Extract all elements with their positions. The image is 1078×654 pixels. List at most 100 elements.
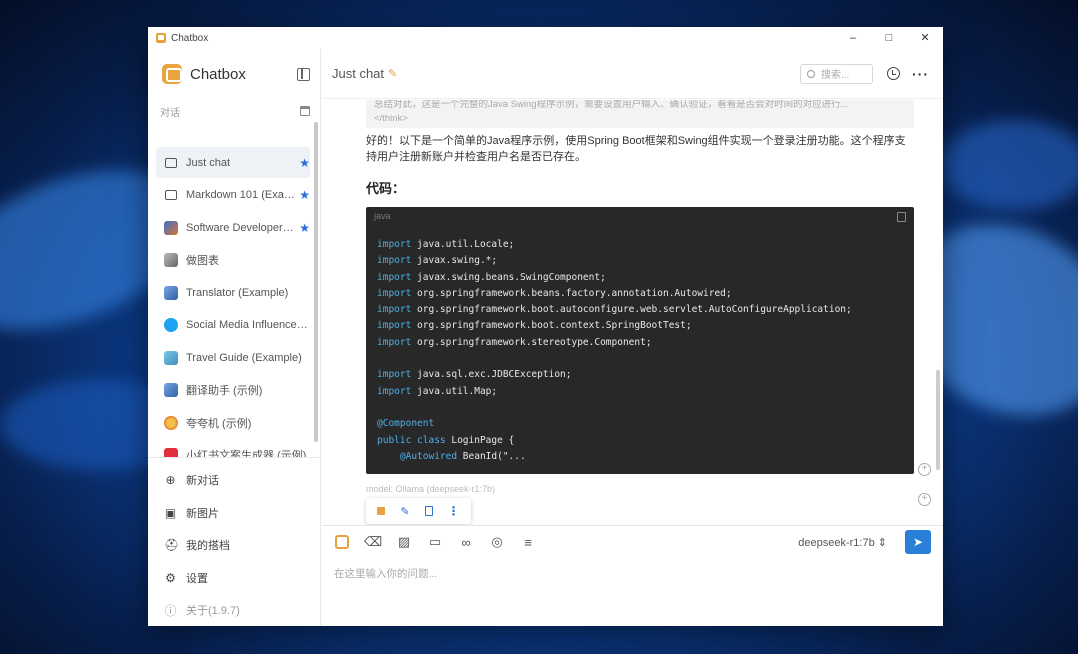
sidebar-item-social-media[interactable]: Social Media Influencer (Example)	[156, 310, 310, 341]
sidebar-item-xiaohongshu[interactable]: 小红书文案生成器 (示例)	[156, 440, 310, 457]
code-line: public class LoginPage {	[377, 433, 903, 449]
chat-header: Just chat ✎ 搜索... ···	[322, 49, 943, 99]
sidebar-item-translator-cn[interactable]: 翻译助手 (示例)	[156, 375, 310, 406]
link-icon[interactable]: ∞	[458, 534, 474, 550]
window-controls: – □ ✕	[835, 27, 943, 49]
scroll-down-icon[interactable]: +	[918, 493, 931, 506]
xiaohongshu-icon	[164, 448, 178, 457]
history-icon[interactable]	[887, 67, 900, 80]
sidebar-item-translator[interactable]: Translator (Example)	[156, 277, 310, 308]
code-text: org.springframework.boot.context.SpringB…	[411, 320, 692, 332]
code-keyword: import	[377, 320, 412, 332]
collapse-sidebar-icon[interactable]	[297, 67, 310, 81]
stop-icon[interactable]	[377, 507, 386, 515]
edit-title-icon[interactable]: ✎	[388, 67, 397, 80]
close-button[interactable]: ✕	[907, 27, 943, 49]
code-keyword: import	[377, 369, 412, 381]
scroll-up-icon[interactable]: +	[918, 463, 931, 476]
sidebar-item-label: Markdown 101 (Example)	[186, 189, 295, 201]
sidebar-item-just-chat[interactable]: Just chat ★	[156, 147, 310, 178]
app-window: Chatbox – □ ✕ Chatbox 对话 Just chat ★ Mar…	[148, 27, 943, 626]
search-placeholder: 搜索...	[821, 70, 850, 81]
think-text: 总结对此，这是一个完整的Java Swing程序示例，需要设置用户输入、确认验证…	[374, 100, 849, 110]
code-text: java.util.Locale;	[411, 239, 515, 250]
send-button[interactable]: ➤	[905, 530, 931, 554]
code-line: import java.util.Locale;	[377, 237, 903, 253]
star-icon[interactable]: ★	[299, 156, 310, 170]
code-line: import java.sql.exc.JDBCException;	[377, 367, 903, 383]
code-keyword: import	[377, 271, 412, 283]
star-icon[interactable]: ★	[299, 221, 310, 235]
new-image-button[interactable]: ▣ 新图片	[148, 497, 320, 530]
code-text: org.springframework.stereotype.Component…	[411, 336, 652, 348]
code-keyword: import	[377, 385, 412, 397]
new-chat-icon: ⊕	[165, 473, 176, 488]
sidebar-item-markdown[interactable]: Markdown 101 (Example) ★	[156, 180, 310, 211]
input-area: ⌫ ▨ ▭ ∞ ◎ ≡ deepseek-r1:7b ⇕ ➤ 在这里输入你的问题…	[322, 525, 943, 626]
code-line: import org.springframework.beans.factory…	[377, 286, 903, 302]
search-input[interactable]: 搜索...	[800, 63, 873, 84]
more-actions-icon[interactable]: ⋮	[448, 504, 460, 518]
copy-code-icon[interactable]	[897, 212, 906, 222]
code-line: import javax.swing.*;	[377, 253, 903, 269]
settings-button[interactable]: ⚙ 设置	[148, 562, 320, 595]
code-keyword: import	[377, 287, 412, 299]
about-icon: ⓘ	[164, 603, 177, 618]
message-input[interactable]: 在这里输入你的问题...	[322, 558, 943, 581]
sidebar-item-label: Travel Guide (Example)	[186, 351, 302, 364]
image-icon[interactable]: ▨	[396, 534, 412, 550]
sidebar-item-label: Translator (Example)	[186, 286, 289, 299]
app-name: Chatbox	[190, 65, 246, 83]
sidebar-item-praise[interactable]: 夸夸机 (示例)	[156, 407, 310, 438]
avatar-dev-icon	[164, 220, 178, 235]
edit-message-icon[interactable]: ✎	[400, 505, 409, 518]
sidebar-item-label: 做图表	[186, 255, 219, 267]
code-keyword: import	[377, 239, 412, 250]
new-chat-button[interactable]: ⊕ 新对话	[148, 464, 320, 497]
message-scrollbar[interactable]	[936, 370, 940, 470]
input-toolbar: ⌫ ▨ ▭ ∞ ◎ ≡ deepseek-r1:7b ⇕ ➤	[322, 526, 943, 558]
sidebar-item-label: 翻译助手 (示例)	[186, 385, 263, 397]
chatbox-logo-icon	[162, 64, 182, 84]
chat-title[interactable]: Just chat	[332, 66, 384, 81]
sidebar-scrollbar[interactable]	[314, 122, 318, 442]
chart-icon	[164, 253, 178, 267]
praise-icon	[164, 415, 178, 430]
trash-icon[interactable]	[300, 106, 310, 116]
minimize-button[interactable]: –	[835, 27, 871, 49]
about-label: 关于(1.9.7)	[186, 605, 240, 618]
code-keyword: import	[377, 255, 412, 267]
sidebar-item-label: Social Media Influencer (Example)	[186, 319, 310, 331]
app-icon	[156, 33, 166, 43]
code-line: @Component	[377, 416, 903, 432]
model-tag: model: Ollama (deepseek-r1:7b)	[366, 484, 496, 494]
about-button[interactable]: ⓘ 关于(1.9.7)	[148, 594, 320, 626]
code-line: @Autowired BeanId("...	[377, 449, 903, 465]
sidebar-item-label: 小红书文案生成器 (示例)	[186, 450, 307, 457]
eraser-icon[interactable]: ⌫	[364, 534, 382, 550]
sidebar-item-chart[interactable]: 做图表	[156, 245, 310, 276]
model-selector[interactable]: deepseek-r1:7b ⇕	[798, 536, 887, 549]
copy-message-icon[interactable]	[424, 506, 433, 516]
partners-button[interactable]: ⛑ 我的搭档	[148, 529, 320, 562]
star-icon[interactable]: ★	[299, 188, 310, 202]
think-block: 总结对此，这是一个完整的Java Swing程序示例，需要设置用户输入、确认验证…	[366, 100, 914, 128]
sidebar-header: Chatbox	[148, 49, 320, 99]
sidebar-item-travel-guide[interactable]: Travel Guide (Example)	[156, 342, 310, 373]
code-text: java.util.Map;	[411, 385, 498, 397]
settings-sliders-icon[interactable]: ≡	[520, 534, 536, 550]
travel-icon	[164, 350, 178, 365]
folder-icon[interactable]: ▭	[427, 534, 443, 550]
more-options-icon[interactable]: ···	[912, 66, 929, 82]
sidebar-item-software-developer[interactable]: Software Developer (Example) ★	[156, 212, 310, 243]
code-block: java import java.util.Locale; import java…	[366, 207, 914, 474]
message-area: 总结对此，这是一个完整的Java Swing程序示例，需要设置用户输入、确认验证…	[322, 100, 943, 525]
globe-icon[interactable]: ◎	[489, 534, 505, 550]
code-text: javax.swing.beans.SwingComponent;	[411, 271, 606, 283]
conversation-list: Just chat ★ Markdown 101 (Example) ★ Sof…	[148, 147, 320, 457]
chatbox-attach-icon[interactable]	[334, 534, 350, 550]
sidebar-item-label: Software Developer (Example)	[186, 221, 295, 234]
maximize-button[interactable]: □	[871, 27, 907, 49]
partners-icon: ⛑	[164, 538, 180, 553]
